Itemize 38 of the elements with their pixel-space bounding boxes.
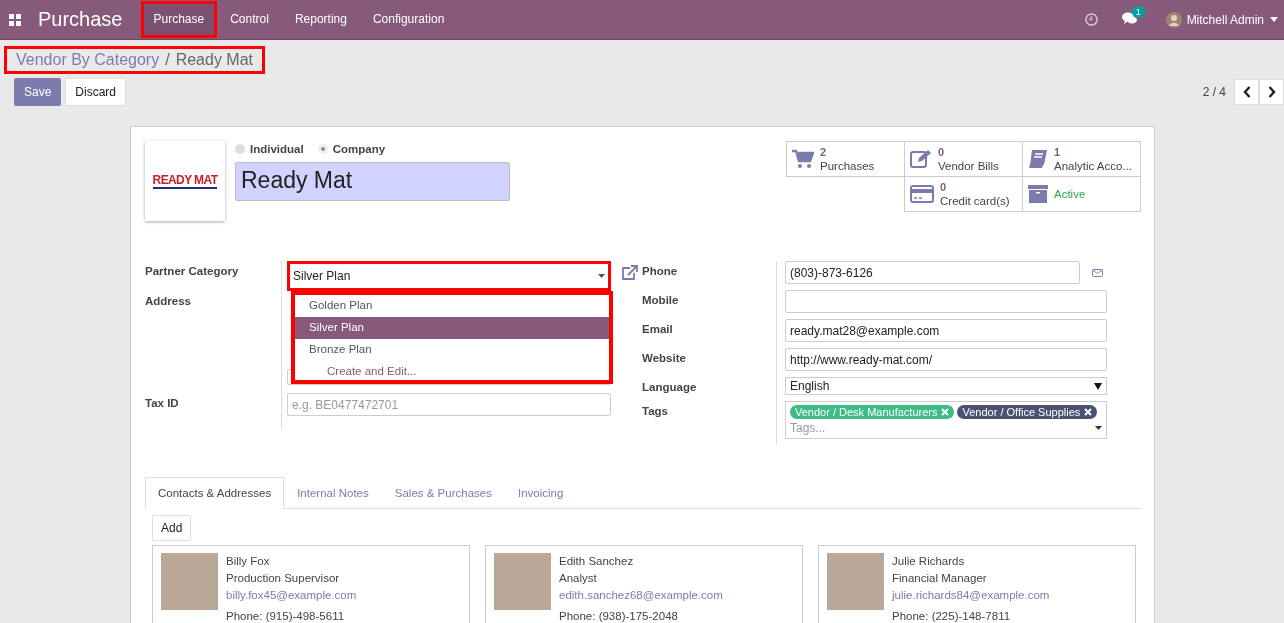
tag-label: Vendor / Office Supplies [962, 406, 1081, 418]
smart-button-label: Purchases [820, 159, 875, 173]
contact-phone: Phone: (915)-498-5611 [226, 609, 346, 623]
tags-placeholder: Tags... [790, 421, 826, 435]
pager-counter: 2 / 4 [1202, 85, 1226, 99]
field-label: Language [642, 380, 698, 395]
field-label: Phone [642, 264, 679, 279]
smart-button-label: Active [1054, 187, 1086, 201]
field-label: Tax ID [145, 396, 180, 411]
contact-name: Edith Sanchez [559, 554, 635, 569]
message-count-badge: 1 [1131, 5, 1145, 18]
field-label: Website [642, 351, 687, 366]
smart-button-label: Vendor Bills [938, 159, 999, 173]
contact-phone: Phone: (938)-175-2048 [559, 609, 679, 623]
contact-name: Julie Richards [892, 554, 966, 569]
logo-text: READY MAT [152, 173, 218, 189]
smart-button-label: Credit card(s) [940, 194, 1010, 208]
smart-button-label: Analytic Acco... [1054, 159, 1132, 173]
breadcrumb-separator: / [165, 51, 170, 69]
count-value: 0 [938, 145, 946, 159]
count-value: 0 [940, 180, 948, 194]
count-value: 2 [820, 145, 828, 159]
field-label: Mobile [642, 293, 680, 308]
field-label: Partner Category [145, 264, 240, 279]
contact-role: Financial Manager [892, 571, 988, 586]
current-page-title: Ready Mat [175, 51, 254, 69]
tag-label: Vendor / Desk Manufacturers [795, 406, 938, 418]
field-label: Email [642, 322, 674, 337]
field-label: Tags [642, 404, 669, 419]
contact-role: Analyst [559, 571, 598, 586]
app-title: Purchase [38, 8, 123, 31]
count-value: 1 [1054, 145, 1062, 159]
field-label: Address [145, 294, 193, 309]
contact-role: Production Supervisor [226, 571, 341, 586]
contact-phone: Phone: (225)-148-7811 [892, 609, 1012, 623]
contact-name: Billy Fox [226, 554, 271, 569]
select-value: Silver Plan [293, 269, 351, 283]
select-value: English [790, 379, 830, 393]
